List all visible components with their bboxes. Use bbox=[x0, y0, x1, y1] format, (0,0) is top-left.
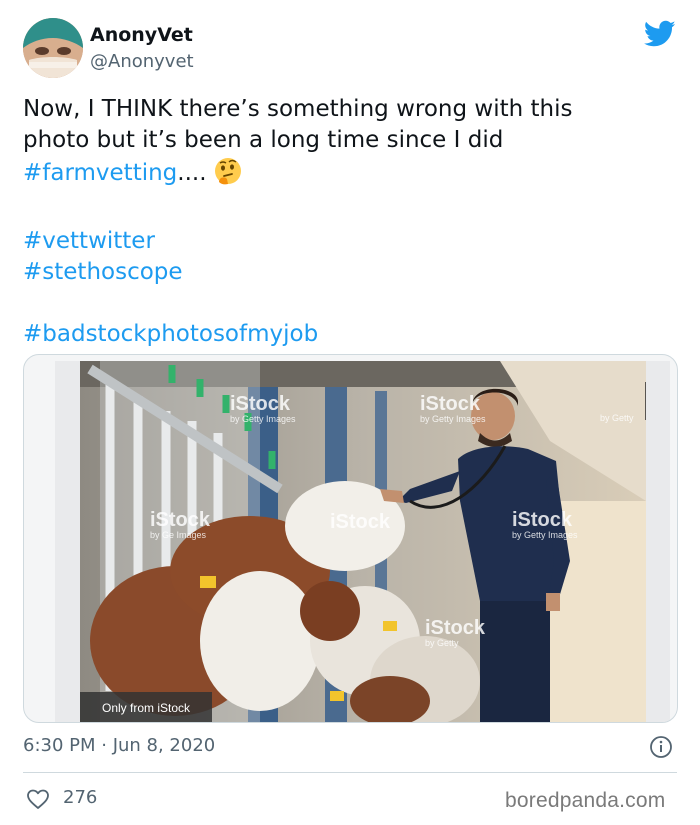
tweet-line-1: Now, I THINK there’s something wrong wit… bbox=[23, 96, 573, 122]
author-display-name[interactable]: AnonyVet bbox=[90, 24, 193, 46]
stock-photo[interactable]: iStock by Getty Images iStock by Getty Ima… bbox=[80, 361, 646, 722]
watermark-4: iStock bbox=[150, 509, 211, 531]
tweet-line-2: photo but it’s been a long time since I … bbox=[23, 127, 504, 153]
watermark-1-sub: by Getty Images bbox=[230, 414, 296, 424]
istock-label[interactable]: Only from iStock bbox=[80, 692, 212, 722]
heart-icon[interactable] bbox=[26, 787, 50, 811]
like-count: 276 bbox=[63, 787, 98, 808]
watermark-7: iStock bbox=[425, 617, 486, 639]
hashtag-stethoscope[interactable]: #stethoscope bbox=[23, 259, 183, 285]
thinking-face-icon bbox=[213, 156, 243, 195]
hashtag-vettwitter[interactable]: #vettwitter bbox=[23, 228, 155, 254]
photo-padding-right bbox=[646, 361, 670, 722]
info-icon[interactable] bbox=[649, 735, 673, 759]
twitter-bird-icon[interactable] bbox=[644, 20, 676, 48]
hashtag-farmvetting[interactable]: #farmvetting bbox=[23, 160, 177, 186]
watermark-2: iStock bbox=[420, 393, 481, 415]
watermark-3-sub-only: by Getty bbox=[600, 413, 634, 423]
photo-padding-left bbox=[55, 361, 80, 722]
divider bbox=[23, 772, 677, 773]
hashtag-badstockphotosofmyjob[interactable]: #badstockphotosofmyjob bbox=[23, 321, 318, 347]
media-card[interactable]: iStock by Getty Images iStock by Getty Ima… bbox=[23, 354, 678, 723]
watermark-6-sub: by Getty Images bbox=[512, 530, 578, 540]
watermark-4-sub: by Ge Images bbox=[150, 530, 207, 540]
avatar-image bbox=[23, 18, 83, 78]
watermark-5: iStock bbox=[330, 511, 391, 533]
author-handle[interactable]: @Anonyvet bbox=[90, 51, 194, 72]
site-watermark: boredpanda.com bbox=[505, 789, 666, 812]
watermark-7-sub: by Getty bbox=[425, 638, 459, 648]
tweet-ellipsis: .... bbox=[177, 160, 207, 186]
watermark-2-sub: by Getty Images bbox=[420, 414, 486, 424]
watermark-6: iStock bbox=[512, 509, 573, 531]
tweet-text: Now, I THINK there’s something wrong wit… bbox=[23, 94, 673, 350]
tweet-timestamp[interactable]: 6:30 PM · Jun 8, 2020 bbox=[23, 735, 215, 756]
watermark-1: iStock bbox=[230, 393, 291, 415]
avatar[interactable] bbox=[23, 18, 83, 78]
expand-button[interactable]: + bbox=[645, 382, 646, 420]
stock-photo-illustration bbox=[80, 361, 646, 722]
